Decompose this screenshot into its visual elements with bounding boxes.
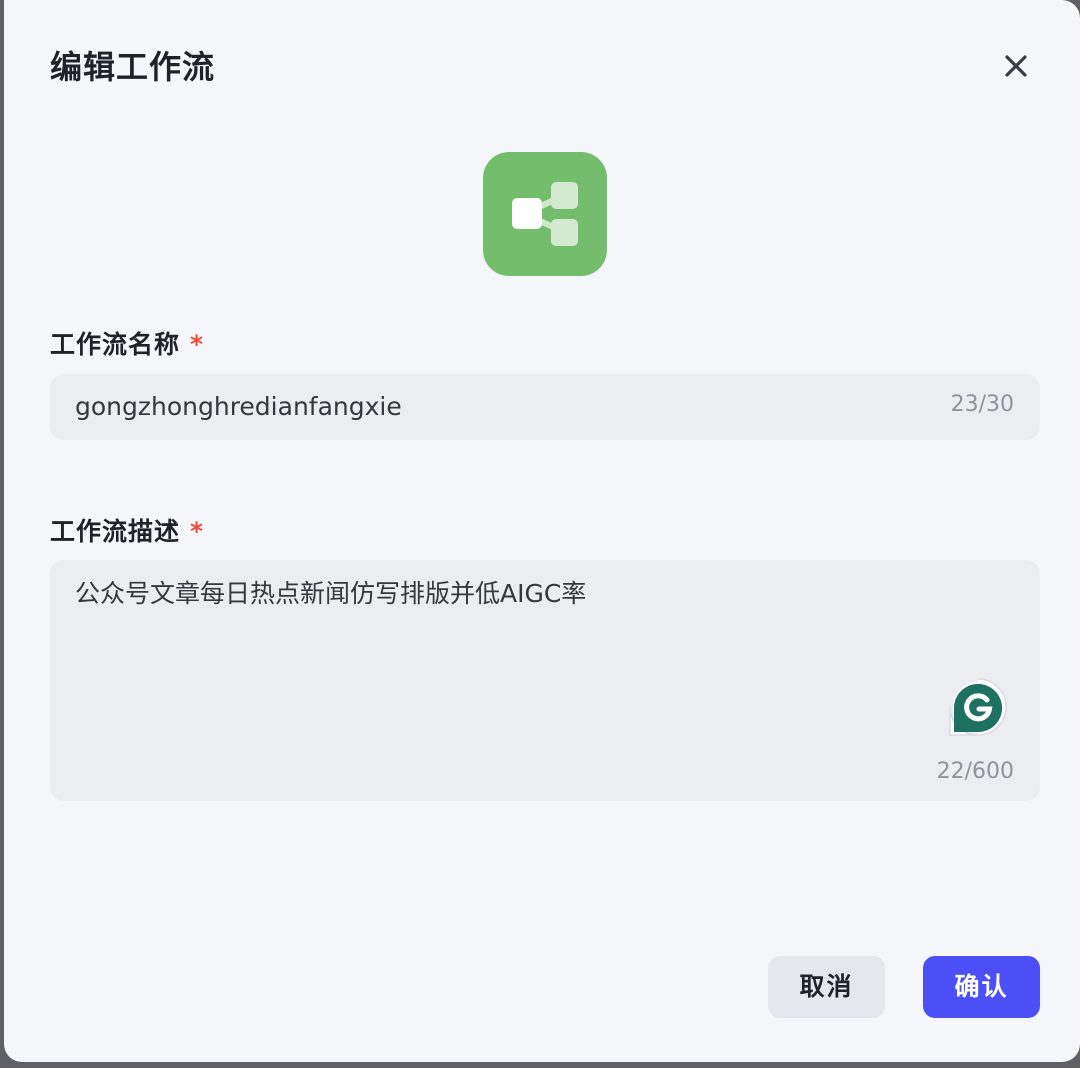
description-label-text: 工作流描述 [50, 517, 181, 546]
workflow-avatar[interactable] [483, 152, 607, 276]
grammarly-icon [949, 678, 1007, 736]
name-label-text: 工作流名称 [50, 330, 181, 359]
dialog-title: 编辑工作流 [50, 48, 216, 86]
workflow-description-textarea[interactable]: 公众号文章每日热点新闻仿写排版并低AIGC率 22/600 [50, 560, 1040, 801]
edit-workflow-dialog: 编辑工作流 工作流名称 * gongzhonghredianfangxie 23/… [4, 0, 1080, 1062]
required-mark: * [190, 517, 205, 546]
close-icon [1005, 55, 1027, 77]
confirm-button[interactable]: 确认 [923, 956, 1040, 1018]
close-button[interactable] [998, 48, 1034, 84]
workflow-branch-icon [512, 182, 578, 246]
description-field-label: 工作流描述 * [50, 514, 204, 550]
grammarly-button[interactable] [949, 678, 1007, 736]
name-char-counter: 23/30 [950, 392, 1014, 417]
workflow-name-input[interactable]: gongzhonghredianfangxie 23/30 [50, 374, 1040, 440]
workflow-description-value: 公众号文章每日热点新闻仿写排版并低AIGC率 [75, 579, 587, 608]
cancel-button[interactable]: 取消 [768, 956, 885, 1018]
required-mark: * [190, 330, 205, 359]
description-char-counter: 22/600 [936, 759, 1014, 784]
workflow-name-value: gongzhonghredianfangxie [75, 392, 402, 421]
name-field-label: 工作流名称 * [50, 327, 204, 363]
